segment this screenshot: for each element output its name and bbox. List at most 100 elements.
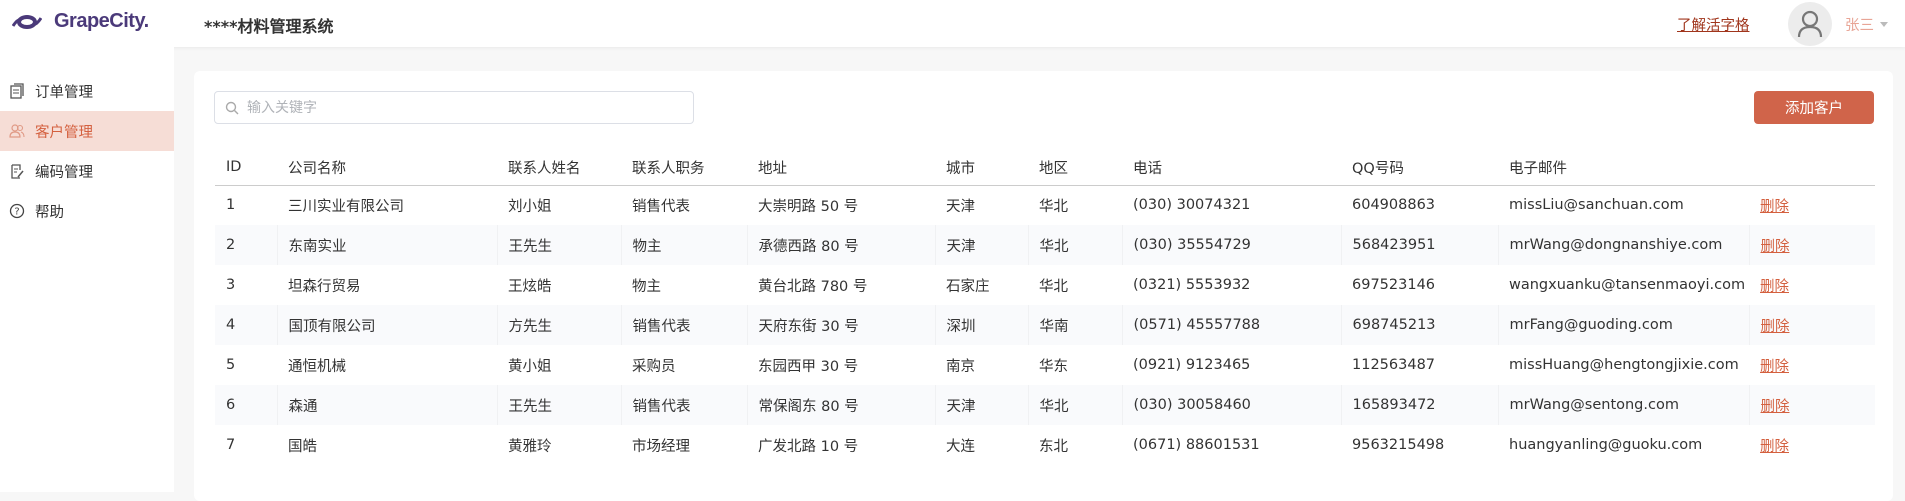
cell-city: 天津 [934,225,1028,265]
cell-id: 5 [226,357,236,373]
help-icon: ? [9,203,25,219]
cell-contact-title: 销售代表 [632,198,690,215]
cell-contact-name: 刘小姐 [508,198,552,215]
table-row[interactable]: 5 通恒机械 黄小姐 采购员 东园西甲 30 号 南京 华东 (0921) 9123465 11… [215,345,1875,385]
delete-link[interactable]: 删除 [1761,399,1790,415]
user-name: 张三 [1845,18,1874,34]
cell-contact-name: 黄雅玲 [508,438,552,455]
table-row[interactable]: 1 三川实业有限公司 刘小姐 销售代表 大崇明路 50 号 天津 华北 (030) 30074… [215,185,1875,225]
table-row[interactable]: 6 森通 王先生 销售代表 常保阁东 80 号天津 华北 (030) 30058460 165… [215,385,1875,425]
document-icon [10,83,24,99]
cell-phone: (030) 30058460 [1121,385,1341,425]
caret-down-icon [1880,22,1888,27]
search-input[interactable] [247,99,667,116]
cell-contact-name: 王先生 [496,225,621,265]
cell-address: 东园西甲 30 号 [758,358,859,375]
cell-city: 深圳 [934,305,1028,345]
cell-address: 承德西路 80 号 [746,225,935,265]
cell-address: 黄台北路 780 号 [758,278,868,295]
search-box[interactable] [214,91,694,124]
cell-region: 华南 [1027,305,1122,345]
cell-contact-title: 市场经理 [632,438,690,455]
table-row[interactable]: 3 坦森行贸易 王炫皓 物主 黄台北路 780 号 石家庄 华北 (0321) 5553932… [215,265,1875,305]
grapecity-logo[interactable]: GrapeCity. [12,10,149,33]
cell-qq: 698745213 [1340,305,1498,345]
cell-company: 森通 [276,385,497,425]
table-row[interactable]: 4 国顶有限公司 方先生 销售代表 天府东街 30 号深圳 华南 (0571) 455577… [215,305,1875,345]
cell-contact-title: 销售代表 [620,305,747,345]
cell-region: 华北 [1027,385,1122,425]
sidebar-item-label: 帮助 [35,204,64,221]
cell-id: 1 [226,197,236,214]
delete-link[interactable]: 删除 [1760,359,1789,375]
column-header-email: 电子邮件 [1498,150,1749,186]
cell-qq: 165893472 [1340,385,1498,425]
sidebar-item-customers[interactable]: 客户管理 [0,111,174,151]
cell-city: 石家庄 [946,278,990,295]
column-header-contact-title: 联系人职务 [621,150,747,186]
column-header-city: 城市 [935,150,1028,186]
cell-company: 通恒机械 [288,358,346,375]
table-row[interactable]: 7 国皓 黄雅玲 市场经理 广发北路 10 号 大连 东北 (0671) 88601531 95… [215,425,1875,465]
user-menu[interactable]: 张三 [1845,14,1888,35]
delete-link[interactable]: 删除 [1760,439,1789,455]
cell-phone: (0571) 45557788 [1121,305,1341,345]
cell-qq: 9563215498 [1352,437,1445,453]
cell-address: 天府东街 30 号 [746,305,935,345]
cell-qq: 604908863 [1352,197,1436,214]
cell-address: 广发北路 10 号 [758,438,859,455]
delete-link[interactable]: 删除 [1761,239,1790,255]
delete-link[interactable]: 删除 [1761,319,1790,335]
sidebar-item-codes[interactable]: 编码管理 [0,151,174,191]
delete-link[interactable]: 删除 [1760,199,1789,215]
avatar[interactable] [1788,2,1832,46]
sidebar-item-label: 客户管理 [35,124,93,141]
sidebar: 订单管理 客户管理 编码管理 ? 帮助 [0,47,174,492]
cell-company: 国顶有限公司 [276,305,497,345]
column-header-phone: 电话 [1122,150,1341,186]
sidebar-item-orders[interactable]: 订单管理 [0,71,174,111]
cell-address: 大崇明路 50 号 [758,198,859,215]
customer-table: ID 公司名称 联系人姓名 联系人职务 地址 城市 地区 电话 QQ号码 电子邮件 1 三川实业有限… [215,150,1875,465]
cell-city: 大连 [946,438,975,455]
cell-phone: (0671) 88601531 [1133,437,1260,453]
cell-company: 东南实业 [276,225,497,265]
delete-link[interactable]: 删除 [1760,279,1789,295]
sidebar-item-help[interactable]: ? 帮助 [0,191,174,231]
cell-company: 国皓 [288,438,317,455]
column-header-id: ID [215,150,277,186]
cell-id: 6 [215,385,277,425]
cell-phone: (030) 30074321 [1133,197,1251,214]
add-customer-button[interactable]: 添加客户 [1754,91,1874,124]
cell-action: 删除 [1749,345,1875,385]
edit-document-icon [11,164,24,179]
cell-phone: (0321) 5553932 [1133,277,1251,293]
cell-qq: 112563487 [1352,357,1436,373]
users-icon [9,124,25,138]
cell-phone: (030) 35554729 [1121,225,1341,265]
cell-qq: 568423951 [1340,225,1498,265]
cell-qq: 697523146 [1352,277,1436,293]
cell-email: wangxuanku@tansenmaoyi.com [1509,277,1746,293]
logo-text: GrapeCity. [54,10,149,32]
customer-panel: 添加客户 ID公司名称联系人姓名联系人职务地址城市地区电话QQ号码电子邮件 1 三… [194,71,1893,501]
cell-contact-title: 物主 [632,278,661,295]
cell-id: 4 [215,305,277,345]
learn-huozige-link[interactable]: 了解活字格 [1677,14,1750,35]
cell-region: 华北 [1039,198,1068,215]
cell-id: 2 [215,225,277,265]
top-header: GrapeCity. ****材料管理系统 了解活字格 张三 [0,0,1905,47]
cell-contact-name: 黄小姐 [508,358,552,375]
cell-action: 删除 [1748,225,1875,265]
cell-id: 3 [226,277,236,293]
cell-city: 天津 [934,385,1028,425]
app-title: ****材料管理系统 [204,17,334,36]
user-icon [1797,10,1823,38]
cell-email: mrWang@dongnanshiye.com [1497,225,1749,265]
cell-address: 常保阁东 80 号 [746,385,935,425]
cell-company: 三川实业有限公司 [288,198,404,215]
cell-region: 华北 [1039,278,1068,295]
sidebar-item-label: 订单管理 [35,84,93,101]
table-row[interactable]: 2 东南实业 王先生 物主 承德西路 80 号天津 华北 (030) 35554729 568… [215,225,1875,265]
cell-action: 删除 [1749,265,1875,305]
